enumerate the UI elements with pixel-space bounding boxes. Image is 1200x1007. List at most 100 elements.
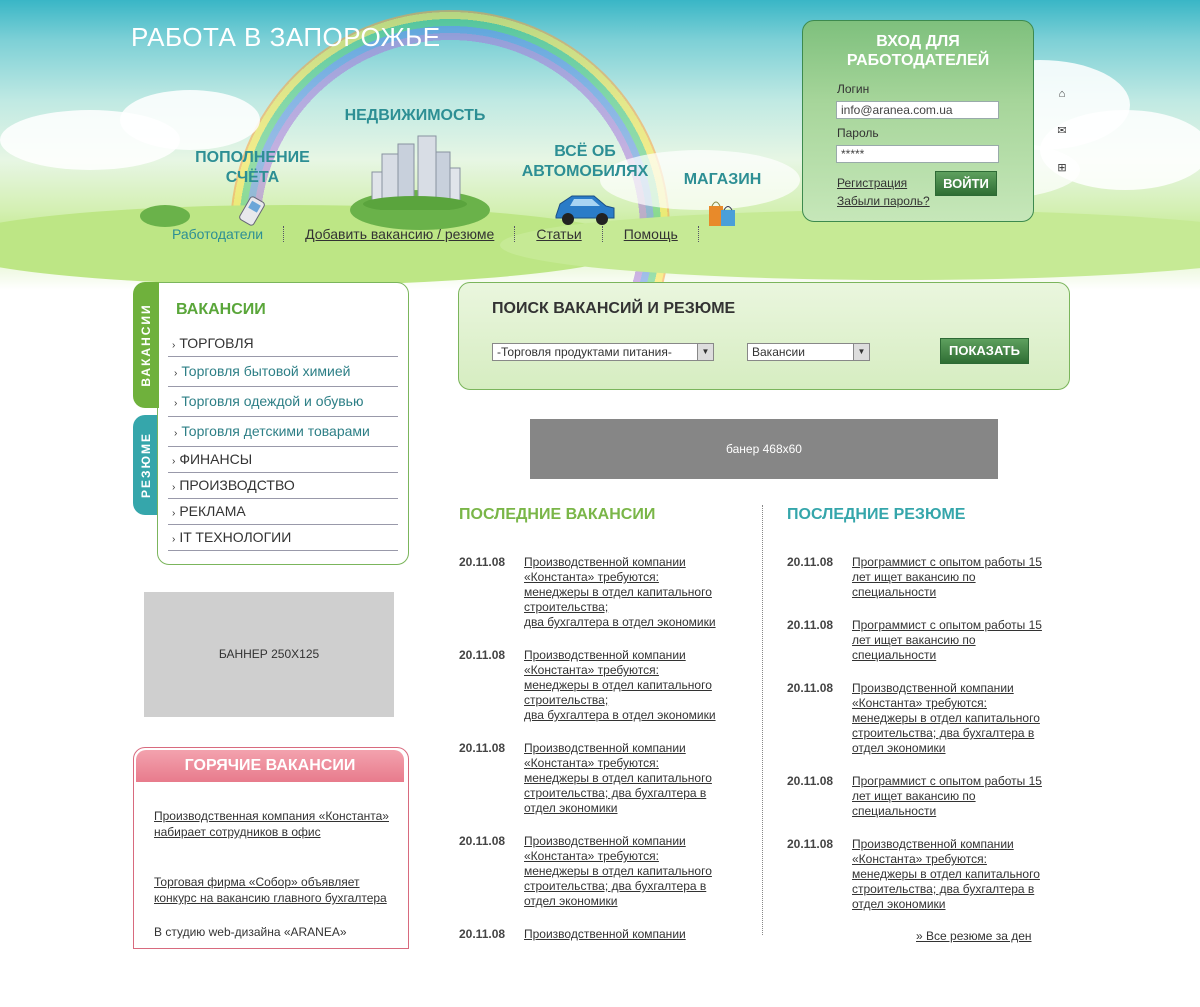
home-icon[interactable]: ⌂ (1056, 88, 1068, 100)
bullet-icon: › (172, 508, 176, 519)
search-title: ПОИСК ВАКАНСИЙ И РЕЗЮМЕ (492, 300, 736, 317)
buildings-icon (363, 135, 467, 210)
forgot-password-link[interactable]: Забыли пароль? (837, 194, 930, 208)
hot-vacancy-link[interactable]: Производственная компания «Константа» на… (154, 808, 399, 840)
category-label: ФИНАНСЫ (179, 451, 253, 467)
vacancy-entry: 20.11.08 Производственной компании (459, 927, 729, 1007)
hot-vacancy-link[interactable]: Торговая фирма «Собор» объявляет конкурс… (154, 874, 399, 906)
entry-link[interactable]: Программист с опытом работы 15 лет ищет … (852, 774, 1052, 819)
category-real-estate[interactable]: НЕДВИЖИМОСТЬ (340, 106, 490, 210)
category-select[interactable]: -Торговля продуктами питания- ▼ (492, 343, 714, 361)
category-label: МАГАЗИН (683, 171, 762, 188)
entry-link[interactable]: Производственной компании «Константа» тр… (524, 555, 724, 630)
latest-vacancies-heading: ПОСЛЕДНИЕ ВАКАНСИИ (459, 506, 656, 523)
mail-icon[interactable]: ✉ (1056, 125, 1068, 137)
bullet-icon: › (172, 482, 176, 493)
all-resumes-link[interactable]: » Все резюме за ден (916, 929, 1032, 943)
entry-date: 20.11.08 (787, 774, 834, 788)
category-label: Торговля детскими товарами (181, 423, 370, 439)
resume-entry: 20.11.08 Производственной компании «Конст… (787, 681, 1057, 761)
mobile-phone-icon (238, 196, 265, 226)
entry-link[interactable]: Производственной компании «Константа» тр… (852, 681, 1052, 756)
vacancy-category-item[interactable]: › ПРОИЗВОДСТВО (168, 473, 398, 499)
password-label: Пароль (837, 126, 879, 140)
top-navigation: Работодатели Добавить вакансию / резюме … (172, 226, 720, 242)
chevron-down-icon[interactable]: ▼ (853, 344, 869, 360)
category-label: IT ТЕХНОЛОГИИ (179, 529, 292, 545)
tab-vacancies[interactable]: ВАКАНСИИ (133, 282, 159, 408)
site-title[interactable]: РАБОТА В ЗАПОРОЖЬЕ (131, 22, 441, 53)
type-select[interactable]: Вакансии ▼ (747, 343, 870, 361)
login-title-text: ВХОД ДЛЯ РАБОТОДАТЕЛЕЙ (846, 33, 990, 69)
vacancy-entry: 20.11.08 Производственной компании «Конст… (459, 834, 729, 914)
vacancy-category-list: › ТОРГОВЛЯ › Торговля бытовой химией › Торгов… (168, 331, 398, 551)
bullet-icon: › (174, 428, 178, 439)
vacancy-category-item[interactable]: › IT ТЕХНОЛОГИИ (168, 525, 398, 551)
tab-vacancies-label: ВАКАНСИИ (139, 303, 153, 387)
vacancy-subcategory-item[interactable]: › Торговля бытовой химией (168, 357, 398, 387)
entry-date: 20.11.08 (787, 681, 834, 695)
tab-resumes-label: РЕЗЮМЕ (139, 432, 153, 498)
vacancy-entry: 20.11.08 Производственной компании «Конст… (459, 741, 729, 821)
password-field[interactable] (836, 145, 999, 163)
category-label: Торговля одеждой и обувью (181, 393, 364, 409)
vacancy-entry: 20.11.08 Производственной компании «Конст… (459, 648, 729, 728)
vacancy-category-item[interactable]: › ТОРГОВЛЯ (168, 331, 398, 357)
register-link[interactable]: Регистрация (837, 176, 907, 190)
vacancy-entry: 20.11.08 Производственной компании «Конст… (459, 555, 729, 635)
login-title: ВХОД ДЛЯ РАБОТОДАТЕЛЕЙ (803, 32, 1033, 70)
category-top-up[interactable]: ПОПОЛНЕНИЕ СЧЁТА (190, 148, 315, 228)
sitemap-icon[interactable]: ⊞ (1056, 162, 1068, 174)
login-label: Логин (837, 82, 870, 96)
nav-separator (514, 226, 516, 242)
bullet-icon: › (174, 368, 178, 379)
entry-link[interactable]: Программист с опытом работы 15 лет ищет … (852, 618, 1052, 663)
nav-add-vacancy[interactable]: Добавить вакансию / резюме (305, 226, 494, 242)
login-field[interactable] (836, 101, 999, 119)
category-label: Торговля бытовой химией (181, 363, 351, 379)
entry-date: 20.11.08 (787, 555, 834, 569)
nav-separator (283, 226, 285, 242)
hot-vacancies-heading: ГОРЯЧИЕ ВАКАНСИИ (136, 750, 404, 782)
column-divider (762, 505, 763, 935)
resume-entry: 20.11.08 Производственной компании «Конст… (787, 837, 1057, 917)
nav-employers[interactable]: Работодатели (172, 226, 263, 242)
category-label: ПОПОЛНЕНИЕ СЧЁТА (195, 149, 310, 186)
category-shop[interactable]: МАГАЗИН (675, 170, 770, 228)
entry-date: 20.11.08 (459, 648, 506, 662)
vacancy-categories-panel: ВАКАНСИИ › ТОРГОВЛЯ › Торговля бытовой хими… (157, 282, 409, 565)
entry-link[interactable]: Производственной компании «Константа» тр… (524, 648, 724, 723)
search-box: ПОИСК ВАКАНСИЙ И РЕЗЮМЕ -Торговля продук… (458, 282, 1070, 390)
category-cars[interactable]: ВСЁ ОБ АВТОМОБИЛЯХ (515, 142, 655, 228)
category-label: НЕДВИЖИМОСТЬ (344, 107, 486, 124)
tab-resumes[interactable]: РЕЗЮМЕ (133, 415, 159, 515)
bullet-icon: › (172, 340, 176, 351)
show-button[interactable]: ПОКАЗАТЬ (940, 338, 1029, 364)
category-label: ТОРГОВЛЯ (179, 335, 254, 351)
header: РАБОТА В ЗАПОРОЖЬЕ ПОПОЛНЕНИЕ СЧЁТА НЕДВ… (0, 0, 1200, 290)
hot-vacancy-link[interactable]: В студию web-дизайна «ARANEA» (154, 924, 399, 940)
bullet-icon: › (172, 534, 176, 545)
hot-vacancies-box: ГОРЯЧИЕ ВАКАНСИИ Производственная компан… (133, 747, 409, 949)
entry-link[interactable]: Производственной компании «Константа» тр… (524, 834, 724, 909)
nav-articles[interactable]: Статьи (536, 226, 581, 242)
vacancy-category-item[interactable]: › ФИНАНСЫ (168, 447, 398, 473)
entry-link[interactable]: Производственной компании «Константа» тр… (524, 741, 724, 816)
banner-468x60[interactable]: банер 468x60 (530, 419, 998, 479)
login-button[interactable]: ВОЙТИ (935, 171, 997, 196)
entry-date: 20.11.08 (459, 555, 506, 569)
vacancy-subcategory-item[interactable]: › Торговля одеждой и обувью (168, 387, 398, 417)
nav-help[interactable]: Помощь (624, 226, 678, 242)
car-icon (555, 195, 615, 225)
nav-separator (697, 226, 700, 242)
nav-separator (601, 226, 604, 242)
vacancy-category-item[interactable]: › РЕКЛАМА (168, 499, 398, 525)
entry-date: 20.11.08 (459, 741, 506, 755)
shopping-bags-icon (708, 201, 735, 226)
vacancy-subcategory-item[interactable]: › Торговля детскими товарами (168, 417, 398, 447)
banner-250x125[interactable]: БАННЕР 250X125 (144, 592, 394, 717)
bullet-icon: › (174, 398, 178, 409)
entry-link[interactable]: Программист с опытом работы 15 лет ищет … (852, 555, 1052, 600)
entry-link[interactable]: Производственной компании «Константа» тр… (852, 837, 1052, 912)
chevron-down-icon[interactable]: ▼ (697, 344, 713, 360)
